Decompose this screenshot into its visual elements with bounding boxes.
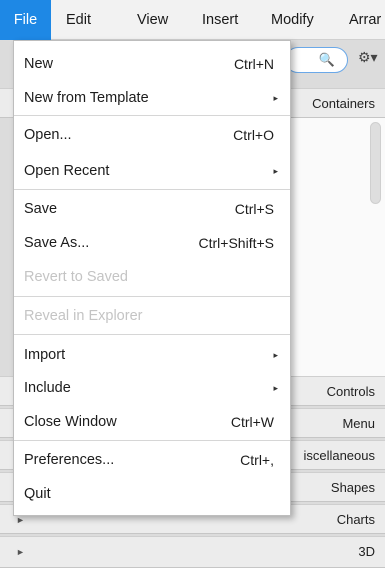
menu-item-label: Open... bbox=[24, 127, 72, 143]
panel-containers-label: Containers bbox=[312, 96, 375, 111]
submenu-arrow-icon: ▸ bbox=[273, 350, 278, 360]
menu-item-save-as[interactable]: Save As... Ctrl+Shift+S bbox=[14, 228, 290, 258]
gear-icon[interactable]: ⚙▾ bbox=[358, 49, 378, 66]
menu-item-label: Quit bbox=[24, 486, 51, 502]
menu-insert[interactable]: Insert bbox=[202, 0, 238, 40]
menu-item-open[interactable]: Open... Ctrl+O bbox=[14, 120, 290, 150]
file-menu-dropdown: New Ctrl+N New from Template ▸ Open... C… bbox=[13, 40, 291, 516]
menu-item-include[interactable]: Include ▸ bbox=[14, 373, 290, 403]
menu-item-label: Preferences... bbox=[24, 452, 115, 468]
panel-menu-label: Menu bbox=[342, 416, 375, 431]
menu-item-label: Include bbox=[24, 380, 71, 396]
menu-item-reveal-in-explorer: Reveal in Explorer bbox=[14, 301, 290, 331]
menu-separator bbox=[14, 296, 290, 297]
panel-3d-header[interactable]: ► 3D bbox=[0, 536, 385, 568]
expand-arrow-icon: ► bbox=[16, 547, 25, 557]
menu-separator bbox=[14, 440, 290, 441]
shortcut-label: Ctrl+O bbox=[233, 127, 274, 143]
panel-miscellaneous-label: iscellaneous bbox=[303, 448, 375, 463]
scrollbar-thumb[interactable] bbox=[370, 122, 381, 204]
menu-item-save[interactable]: Save Ctrl+S bbox=[14, 194, 290, 224]
menu-item-label: Save bbox=[24, 201, 58, 217]
menu-file[interactable]: File bbox=[0, 0, 51, 40]
panel-charts-label: Charts bbox=[336, 512, 375, 527]
menu-separator bbox=[14, 189, 290, 190]
menu-item-label: Close Window bbox=[24, 414, 117, 430]
shortcut-label: Ctrl+W bbox=[230, 414, 274, 430]
search-icon: 🔍 bbox=[318, 52, 335, 67]
menu-item-close-window[interactable]: Close Window Ctrl+W bbox=[14, 407, 290, 437]
menu-item-import[interactable]: Import ▸ bbox=[14, 340, 290, 370]
menu-item-preferences[interactable]: Preferences... Ctrl+, bbox=[14, 445, 290, 475]
menu-view[interactable]: View bbox=[137, 0, 168, 40]
menu-separator bbox=[14, 115, 290, 116]
menu-item-quit[interactable]: Quit bbox=[14, 479, 290, 509]
menu-item-label: New from Template bbox=[24, 90, 149, 106]
search-input[interactable]: 🔍 bbox=[285, 47, 348, 73]
menu-edit[interactable]: Edit bbox=[66, 0, 91, 40]
shortcut-label: Ctrl+N bbox=[233, 56, 274, 72]
submenu-arrow-icon: ▸ bbox=[273, 93, 278, 103]
menu-item-new-from-template[interactable]: New from Template ▸ bbox=[14, 83, 290, 113]
menu-item-open-recent[interactable]: Open Recent ▸ bbox=[14, 156, 290, 186]
menu-arrange[interactable]: Arrar bbox=[349, 0, 381, 40]
panel-shapes-label: Shapes bbox=[330, 480, 375, 495]
shortcut-label: Ctrl+Shift+S bbox=[198, 235, 274, 251]
panel-3d-label: 3D bbox=[358, 544, 375, 559]
menu-item-label: Open Recent bbox=[24, 163, 110, 179]
shortcut-label: Ctrl+S bbox=[234, 201, 274, 217]
panel-controls-label: Controls bbox=[326, 384, 375, 399]
menu-item-label: Revert to Saved bbox=[24, 269, 128, 285]
menu-separator bbox=[14, 334, 290, 335]
menu-item-new[interactable]: New Ctrl+N bbox=[14, 49, 290, 79]
menu-item-label: Reveal in Explorer bbox=[24, 308, 143, 324]
shortcut-label: Ctrl+, bbox=[240, 452, 274, 468]
menu-item-label: New bbox=[24, 56, 54, 72]
submenu-arrow-icon: ▸ bbox=[273, 383, 278, 393]
menubar: File Edit View Insert Modify Arrar bbox=[0, 0, 385, 40]
menu-item-label: Import bbox=[24, 347, 66, 363]
submenu-arrow-icon: ▸ bbox=[273, 166, 278, 176]
menu-item-label: Save As... bbox=[24, 235, 90, 251]
menu-modify[interactable]: Modify bbox=[271, 0, 314, 40]
menu-item-revert-to-saved: Revert to Saved bbox=[14, 262, 290, 292]
